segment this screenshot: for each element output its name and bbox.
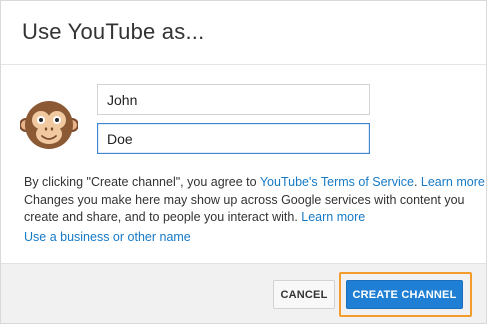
last-name-input[interactable] <box>97 123 370 154</box>
terms-notice-text: By clicking "Create channel", you agree … <box>24 175 260 189</box>
learn-more-link-2[interactable]: Learn more <box>301 210 365 224</box>
use-business-name-link[interactable]: Use a business or other name <box>24 230 191 244</box>
create-channel-dialog: Use YouTube as... By clicking "Creat <box>0 0 487 324</box>
dialog-title: Use YouTube as... <box>22 19 205 44</box>
dialog-footer: CANCEL CREATE CHANNEL <box>1 263 486 323</box>
learn-more-link[interactable]: Learn more <box>421 175 485 189</box>
terms-notice: By clicking "Create channel", you agree … <box>24 175 485 189</box>
first-name-input[interactable] <box>97 84 370 115</box>
dialog-body: By clicking "Create channel", you agree … <box>1 66 486 263</box>
terms-of-service-link[interactable]: YouTube's Terms of Service <box>260 175 414 189</box>
monkey-avatar-icon <box>19 96 79 154</box>
changes-notice: Changes you make here may show up across… <box>24 192 474 226</box>
dialog-header: Use YouTube as... <box>1 1 486 65</box>
cancel-button[interactable]: CANCEL <box>273 280 335 309</box>
create-channel-button[interactable]: CREATE CHANNEL <box>346 280 463 309</box>
changes-notice-text: Changes you make here may show up across… <box>24 193 465 224</box>
